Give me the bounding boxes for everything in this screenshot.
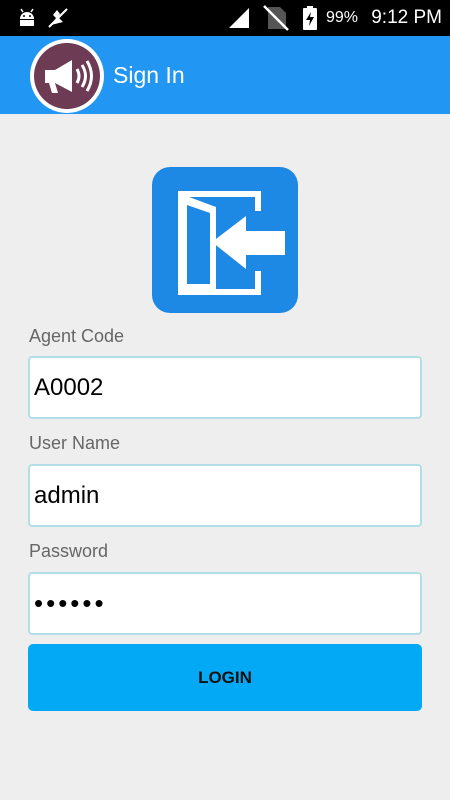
sign-in-door-arrow-icon xyxy=(152,167,298,313)
app-bar: Sign In xyxy=(0,36,450,114)
android-debug-icon xyxy=(16,0,38,36)
battery-charging-icon xyxy=(302,0,318,36)
agent-code-field[interactable] xyxy=(28,356,422,419)
no-sim-icon xyxy=(262,0,290,36)
user-name-field[interactable] xyxy=(28,464,422,527)
signal-icon xyxy=(228,0,250,36)
user-name-label: User Name xyxy=(29,433,121,453)
agent-code-label: Agent Code xyxy=(29,326,125,346)
clock: 9:12 PM xyxy=(371,7,442,28)
battery-percentage: 99% xyxy=(325,9,358,26)
password-field[interactable] xyxy=(28,572,422,635)
megaphone-icon xyxy=(45,60,93,93)
status-bar: 99% 9:12 PM xyxy=(0,0,450,36)
app-logo xyxy=(30,39,104,113)
login-button[interactable]: LOGIN xyxy=(28,644,422,711)
page-title: Sign In xyxy=(113,62,185,88)
missed-call-icon xyxy=(46,0,70,36)
password-label: Password xyxy=(29,541,109,561)
